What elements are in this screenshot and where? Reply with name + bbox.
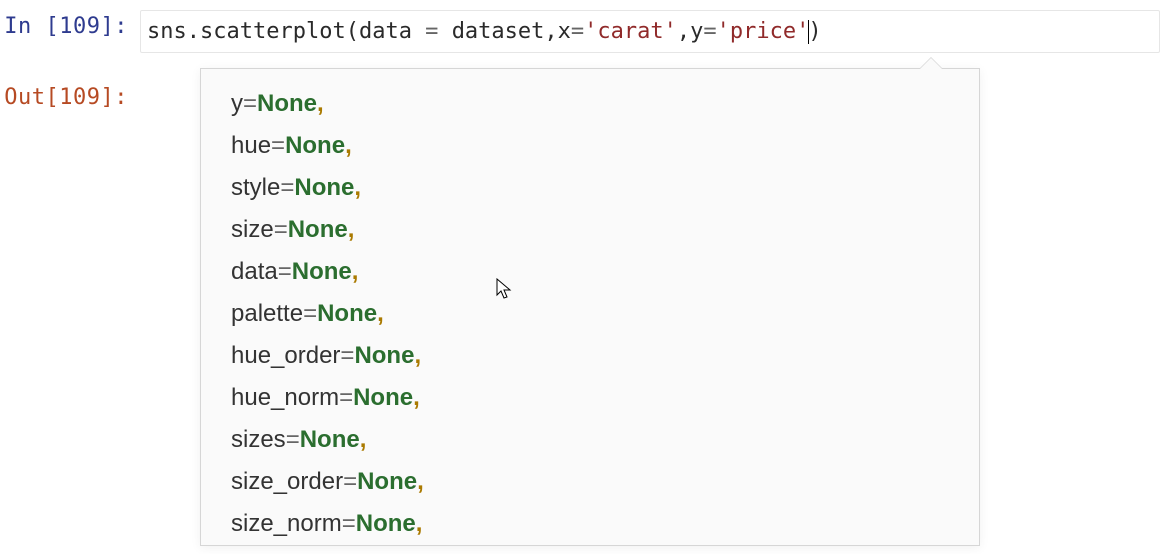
tooltip-param-value: None [288, 216, 348, 243]
tooltip-param-name: hue [231, 132, 271, 159]
tooltip-param-line: data=None, [231, 251, 949, 293]
in-prompt-close: ]: [101, 14, 129, 39]
tooltip-param-name: palette [231, 300, 303, 327]
tooltip-param-value: None [285, 132, 345, 159]
tooltip-param-comma: , [377, 300, 384, 327]
tooltip-param-value: None [294, 174, 354, 201]
tooltip-param-name: hue_norm [231, 384, 339, 411]
tooltip-param-eq: = [274, 216, 288, 243]
code-token-val-x: 'carat' [584, 19, 677, 44]
tooltip-param-eq: = [339, 384, 353, 411]
code-token-eq2: = [571, 19, 584, 44]
in-prompt-open: [ [46, 14, 60, 39]
tooltip-param-name: size_order [231, 468, 343, 495]
out-prompt-close: ]: [101, 85, 129, 110]
tooltip-param-line: size_order=None, [231, 461, 949, 503]
code-token-param-y: y [690, 19, 703, 44]
tooltip-param-eq: = [271, 132, 285, 159]
tooltip-param-value: None [357, 468, 417, 495]
out-prompt-num: 109 [59, 85, 100, 110]
tooltip-param-value: None [257, 90, 317, 117]
tooltip-param-eq: = [280, 174, 294, 201]
code-token-comma1: , [544, 19, 557, 44]
tooltip-param-comma: , [345, 132, 352, 159]
tooltip-param-name: size [231, 216, 274, 243]
in-prompt: In [109]: [0, 10, 140, 43]
tooltip-param-name: y [231, 90, 243, 117]
tooltip-param-comma: , [354, 174, 361, 201]
code-token-comma2: , [677, 19, 690, 44]
tooltip-param-value: None [354, 342, 414, 369]
tooltip-param-eq: = [303, 300, 317, 327]
tooltip-param-value: None [353, 384, 413, 411]
code-token-rparen: ) [808, 19, 821, 44]
code-token-object: sns [147, 19, 187, 44]
code-token-val-dataset: dataset [452, 19, 545, 44]
tooltip-param-line: sizes=None, [231, 419, 949, 461]
tooltip-param-value: None [317, 300, 377, 327]
tooltip-param-eq: = [342, 510, 356, 537]
signature-tooltip: y=None,hue=None,style=None,size=None,dat… [200, 68, 980, 546]
in-prompt-label: In [4, 14, 45, 39]
tooltip-param-line: palette=None, [231, 293, 949, 335]
tooltip-param-value: None [356, 510, 416, 537]
tooltip-param-value: None [300, 426, 360, 453]
tooltip-param-comma: , [416, 510, 423, 537]
out-prompt-open: [ [46, 85, 60, 110]
tooltip-param-comma: , [348, 216, 355, 243]
tooltip-param-value: None [292, 258, 352, 285]
tooltip-param-comma: , [360, 426, 367, 453]
tooltip-param-eq: = [343, 468, 357, 495]
out-prompt-label: Out [4, 85, 45, 110]
tooltip-param-line: y=None, [231, 83, 949, 125]
tooltip-param-name: data [231, 258, 278, 285]
tooltip-param-line: hue=None, [231, 125, 949, 167]
tooltip-param-name: style [231, 174, 280, 201]
code-token-param-x: x [558, 19, 571, 44]
tooltip-param-name: sizes [231, 426, 286, 453]
tooltip-param-eq: = [243, 90, 257, 117]
tooltip-param-comma: , [352, 258, 359, 285]
code-token-val-y: 'price' [717, 19, 810, 44]
code-token-dot: . [187, 19, 200, 44]
code-input-area[interactable]: sns.scatterplot(data = dataset,x='carat'… [140, 10, 1160, 53]
tooltip-param-comma: , [317, 90, 324, 117]
tooltip-arrow-icon [919, 58, 943, 70]
out-prompt: Out[109]: [0, 81, 140, 114]
tooltip-param-comma: , [417, 468, 424, 495]
code-token-eq1: = [412, 19, 452, 44]
code-content[interactable]: sns.scatterplot(data = dataset,x='carat'… [147, 15, 1153, 48]
tooltip-param-comma: , [414, 342, 421, 369]
tooltip-param-line: size_norm=None, [231, 503, 949, 545]
tooltip-param-line: hue_order=None, [231, 335, 949, 377]
tooltip-param-eq: = [286, 426, 300, 453]
tooltip-param-name: size_norm [231, 510, 342, 537]
tooltip-param-line: hue_norm=None, [231, 377, 949, 419]
code-token-lparen: ( [346, 19, 359, 44]
in-prompt-num: 109 [59, 14, 100, 39]
tooltip-param-eq: = [278, 258, 292, 285]
code-token-eq3: = [703, 19, 716, 44]
tooltip-param-line: style=None, [231, 167, 949, 209]
tooltip-param-name: hue_order [231, 342, 340, 369]
code-token-param-data: data [359, 19, 412, 44]
tooltip-param-comma: , [413, 384, 420, 411]
code-token-function: scatterplot [200, 19, 346, 44]
tooltip-param-list: y=None,hue=None,style=None,size=None,dat… [231, 83, 949, 545]
input-cell-row: In [109]: sns.scatterplot(data = dataset… [0, 10, 1160, 53]
tooltip-param-eq: = [340, 342, 354, 369]
tooltip-param-line: size=None, [231, 209, 949, 251]
